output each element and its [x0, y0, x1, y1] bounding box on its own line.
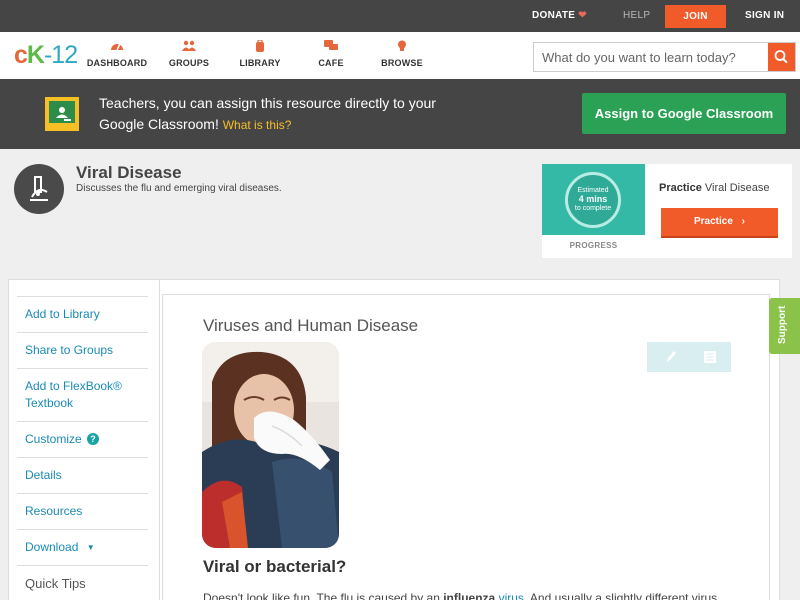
sidebar-item-quick-tips[interactable]: Quick Tips — [17, 565, 148, 600]
practice-thumbnail[interactable]: Estimated 4 mins to complete — [542, 164, 645, 235]
search-icon — [774, 50, 788, 64]
annotation-toolbar — [647, 342, 731, 372]
sick-person-image — [202, 342, 339, 548]
main-nav: cK-12 DASHBOARD GROUPS LIBRARY CAFE BROW… — [0, 32, 800, 79]
lesson-paragraph: Doesn't look like fun. The flu is caused… — [203, 591, 743, 600]
join-button[interactable]: JOIN — [665, 5, 726, 28]
signin-link[interactable]: SIGN IN — [745, 0, 784, 32]
practice-title: Practice Viral Disease — [659, 182, 770, 194]
sidebar-item-download[interactable]: Download ▼ — [17, 529, 148, 565]
progress-label: PROGRESS — [569, 241, 618, 250]
browse-lightbulb-icon — [398, 40, 406, 51]
help-link[interactable]: HELP — [623, 0, 650, 32]
ck12-logo[interactable]: cK-12 — [14, 41, 78, 70]
nav-cafe[interactable]: CAFE — [296, 40, 366, 68]
search-button[interactable] — [768, 43, 795, 71]
donate-label: DONATE — [532, 10, 576, 21]
donate-link[interactable]: DONATE ❤ — [532, 0, 587, 32]
lesson-heading: Viruses and Human Disease — [203, 316, 419, 335]
search-input[interactable] — [534, 43, 769, 71]
notes-icon[interactable] — [703, 350, 717, 364]
sidebar-item-add-library[interactable]: Add to Library — [17, 296, 148, 332]
caret-down-icon: ▼ — [86, 543, 95, 552]
support-tab[interactable]: Support — [769, 298, 800, 354]
chevron-right-icon: › — [741, 216, 746, 227]
cafe-chat-icon — [324, 40, 338, 50]
what-is-this-link[interactable]: What is this? — [223, 118, 292, 132]
page-title: Viral Disease — [76, 163, 182, 182]
help-question-icon[interactable]: ? — [87, 433, 100, 445]
nav-browse[interactable]: BROWSE — [367, 40, 437, 68]
column-divider — [159, 280, 160, 600]
google-classroom-icon — [45, 97, 79, 131]
nav-groups[interactable]: GROUPS — [154, 40, 224, 68]
pencil-icon[interactable] — [665, 350, 677, 364]
practice-card: Estimated 4 mins to complete PROGRESS Pr… — [542, 164, 792, 258]
groups-people-icon — [182, 40, 196, 51]
utility-bar: DONATE ❤ HELP JOIN SIGN IN — [0, 0, 800, 32]
sidebar-item-resources[interactable]: Resources — [17, 493, 148, 529]
nav-library[interactable]: LIBRARY — [225, 40, 295, 68]
assign-google-classroom-button[interactable]: Assign to Google Classroom — [582, 93, 786, 134]
microscope-icon — [14, 164, 64, 214]
nav-dashboard[interactable]: DASHBOARD — [82, 40, 152, 68]
sidebar-item-customize[interactable]: Customize ? — [17, 421, 148, 457]
sidebar-item-add-flexbook[interactable]: Add to FlexBook® Textbook — [17, 368, 148, 421]
sidebar: Add to Library Share to Groups Add to Fl… — [17, 296, 148, 600]
sidebar-item-details[interactable]: Details — [17, 457, 148, 493]
time-estimate: Estimated 4 mins to complete — [574, 187, 612, 212]
library-backpack-icon — [256, 40, 264, 52]
virus-link[interactable]: virus — [499, 591, 524, 600]
dashboard-gauge-icon — [111, 43, 123, 51]
section-subheading: Viral or bacterial? — [203, 557, 347, 576]
search-box — [533, 42, 796, 72]
page-description: Discusses the flu and emerging viral dis… — [76, 183, 282, 194]
classroom-message: Teachers, you can assign this resource d… — [99, 95, 436, 132]
lesson-content: Viruses and Human Disease Viral or bacte… — [162, 294, 770, 600]
sidebar-item-share-groups[interactable]: Share to Groups — [17, 332, 148, 368]
heart-icon: ❤ — [578, 10, 587, 21]
practice-button[interactable]: Practice › — [661, 208, 778, 238]
